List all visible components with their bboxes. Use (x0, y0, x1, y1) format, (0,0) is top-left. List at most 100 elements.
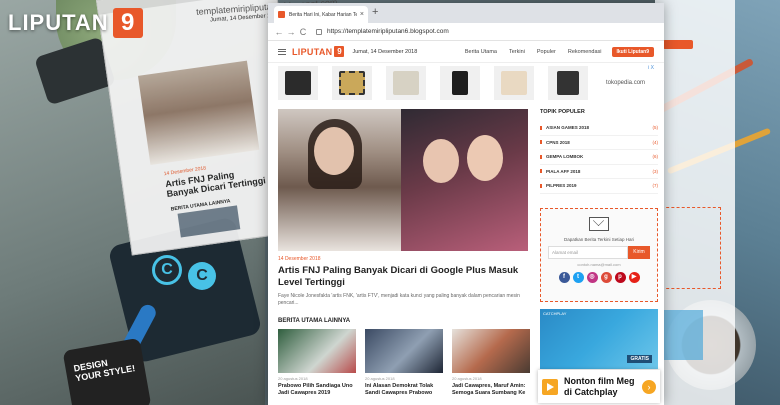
brand-logo-number: 9 (112, 8, 143, 38)
site-logo[interactable]: LIPUTAN 9 (292, 46, 345, 57)
related-list: 20 agustus 2018 Prabowo Pilih Sandiaga U… (278, 329, 530, 397)
brand-logo: LIPUTAN 9 (8, 8, 143, 38)
ad-product[interactable] (548, 66, 588, 100)
topic-count: (6) (652, 154, 659, 160)
hero-image-detail (423, 139, 459, 183)
related-image (452, 329, 530, 373)
browser-tab[interactable]: Berita Hari Ini, Kabar Harian Terkini × (274, 6, 368, 23)
nav-berita-utama[interactable]: Berita Utama (465, 49, 497, 55)
site-logo-text: LIPUTAN (292, 46, 333, 57)
facebook-icon[interactable]: f (558, 272, 570, 283)
url-input[interactable]: https://templatemiripliputan6.blogspot.c… (327, 28, 449, 35)
hero-image-right (401, 109, 528, 251)
c-logo-decoration: C (152, 255, 182, 285)
topic-item[interactable]: CPNS 2018 (4) (540, 136, 658, 150)
related-card[interactable]: 20 agustus 2018 Jadi Cawapres, Maruf Ami… (452, 329, 530, 397)
site-nav: Berita Utama Terkini Populer Rekomendasi… (453, 46, 654, 57)
related-image (365, 329, 443, 373)
faded-subscribe-box (661, 207, 721, 289)
hero-excerpt: Faye Nicole Jonesfakta 'artis FNK, 'arti… (278, 293, 520, 306)
related-card[interactable]: 20 agustus 2018 Prabowo Pilih Sandiaga U… (278, 329, 356, 397)
new-tab-button[interactable]: + (372, 6, 378, 18)
social-icons: f t ◎ g p ▶ (557, 272, 641, 283)
related-title[interactable]: Jadi Cawapres, Maruf Amin: Semoga Suara … (452, 383, 530, 397)
hero-title[interactable]: Artis FNJ Paling Banyak Dicari di Google… (278, 265, 528, 289)
topic-item[interactable]: PIALA AFF 2018 (3) (540, 165, 659, 179)
related-title[interactable]: Ini Alasan Demokrat Tolak Sandi Cawapres… (365, 383, 443, 397)
favicon-icon (278, 11, 285, 18)
subscribe-text: Dapatkan Berita Terkini Setiap Hari (564, 237, 634, 242)
ad-product[interactable] (440, 66, 480, 100)
ad-product[interactable] (494, 66, 534, 100)
related-section-title: BERITA UTAMA LAINNYA (278, 318, 351, 324)
c-logo-decoration-2: C (188, 262, 216, 290)
reload-icon[interactable]: C (298, 27, 308, 37)
catchplay-ad-text: Nonton film Meg di Catchplay (564, 375, 635, 397)
topic-item[interactable]: ASIAN GAMES 2018 (5) (540, 121, 658, 136)
forward-arrow-icon[interactable]: → (286, 27, 296, 37)
back-arrow-icon[interactable]: ← (274, 27, 284, 37)
ad-source[interactable]: tokopedia.com (606, 80, 645, 86)
related-date: 20 agustus 2018 (278, 376, 308, 381)
subscribe-email-hint: contoh.nama@mail.com (577, 262, 621, 267)
email-input[interactable]: Alamat email (548, 246, 628, 259)
googleplus-icon[interactable]: g (600, 272, 612, 283)
subscribe-row: Alamat email Kirim (548, 246, 650, 259)
faded-button (663, 40, 693, 49)
topic-name: GEMPA LOMBOK (540, 154, 583, 159)
lock-icon (316, 28, 322, 35)
ad-product[interactable] (386, 66, 426, 100)
play-icon (542, 378, 558, 395)
tab-bar: Berita Hari Ini, Kabar Harian Terkini × … (268, 3, 664, 23)
topic-count: (3) (652, 168, 659, 174)
site-header: LIPUTAN 9 Jumat, 14 Desember 2018 Berita… (268, 41, 664, 63)
ad-product[interactable] (332, 66, 372, 100)
sidebar-ad-brand: GRATIS (627, 355, 652, 363)
topics-heading: TOPIK POPULER (540, 109, 585, 115)
nav-populer[interactable]: Populer (537, 49, 556, 55)
nav-rekomendasi[interactable]: Rekomendasi (568, 49, 602, 55)
topic-count: (5) (652, 125, 659, 131)
topic-name: CPNS 2018 (540, 140, 570, 145)
browser-window: Berita Hari Ini, Kabar Harian Terkini × … (268, 3, 664, 405)
hero-image[interactable] (278, 109, 528, 251)
subscribe-box: Dapatkan Berita Terkini Setiap Hari Alam… (540, 208, 658, 302)
ad-product[interactable] (278, 66, 318, 100)
related-date: 20 agustus 2018 (365, 376, 395, 381)
faded-ad (663, 310, 703, 360)
topic-item[interactable]: PILPRES 2019 (7) (540, 179, 658, 194)
site-date: Jumat, 14 Desember 2018 (352, 48, 418, 55)
address-bar: ← → C https://templatemiripliputan6.blog… (268, 23, 664, 41)
brand-logo-text: LIPUTAN (8, 10, 109, 35)
chevron-right-icon[interactable]: › (642, 379, 656, 394)
hero-image-left (278, 109, 401, 251)
sidebar-ad-label: CATCHPLAY (543, 311, 567, 316)
close-icon[interactable]: × (360, 11, 364, 18)
sidebar-ad[interactable]: CATCHPLAY GRATIS (540, 309, 658, 369)
sidebar: TOPIK POPULER ASIAN GAMES 2018 (5) CPNS … (540, 109, 658, 194)
follow-button[interactable]: Ikuti Liputan9 (611, 46, 654, 57)
twitter-icon[interactable]: t (572, 272, 584, 283)
back-hero-image (137, 60, 260, 166)
related-title[interactable]: Prabowo Pilih Sandiaga Uno Jadi Cawapres… (278, 383, 356, 397)
instagram-icon[interactable]: ◎ (586, 272, 598, 283)
related-card[interactable]: 20 agustus 2018 Ini Alasan Demokrat Tola… (365, 329, 443, 397)
pinterest-icon[interactable]: p (614, 272, 626, 283)
nav-terkini[interactable]: Terkini (509, 49, 525, 55)
subscribe-button[interactable]: Kirim (628, 246, 650, 259)
hero-image-detail (314, 127, 354, 175)
hero-image-detail (467, 135, 503, 181)
related-date: 20 agustus 2018 (452, 376, 482, 381)
topic-item[interactable]: GEMPA LOMBOK (6) (540, 150, 658, 165)
phone-screen-decoration: DESIGN YOUR STYLE! (62, 337, 152, 405)
catchplay-ad-banner[interactable]: Nonton film Meg di Catchplay › (538, 370, 660, 403)
right-faded-window (655, 0, 735, 405)
topic-name: ASIAN GAMES 2018 (540, 125, 589, 130)
mail-icon (589, 217, 609, 231)
hero-date: 14 Desember 2018 (278, 256, 321, 262)
related-image (278, 329, 356, 373)
menu-icon[interactable] (278, 48, 286, 55)
topic-count: (7) (652, 183, 659, 189)
ad-info-icon[interactable]: i X (648, 65, 654, 71)
youtube-icon[interactable]: ▶ (628, 272, 640, 283)
